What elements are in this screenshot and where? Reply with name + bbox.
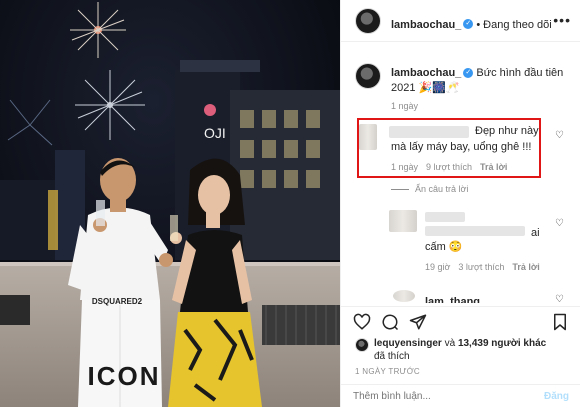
firework-middle <box>75 70 145 140</box>
shorts-brand-text: DSQUARED2 <box>92 297 143 306</box>
post-actions-bar <box>341 306 580 334</box>
partial-avatar[interactable] <box>393 290 415 302</box>
post-photo[interactable]: OJI DSQUARED2 ICON <box>0 0 340 407</box>
comment-composer: Đăng <box>341 384 580 407</box>
reply-reply-button[interactable]: Trả lời <box>512 262 539 272</box>
comment-bubble-icon[interactable] <box>381 313 399 331</box>
liker-avatar[interactable] <box>355 338 369 352</box>
post-timestamp[interactable]: 1 NGÀY TRƯỚC <box>355 367 420 376</box>
caption-time[interactable]: 1 ngày <box>391 101 418 111</box>
reply-text-suffix: ai <box>531 227 540 239</box>
author-avatar[interactable] <box>355 8 381 34</box>
building-sign-text: OJI <box>204 125 226 141</box>
verified-badge-icon: ✓ <box>463 18 474 29</box>
caption-text-block: lambaochau_ ✓ Bức hình đầu tiên 2021 🎉🎆🥂 <box>391 66 566 96</box>
building-light <box>204 104 216 116</box>
author-username[interactable]: lambaochau_ <box>391 19 461 31</box>
separator-dot: • <box>476 19 481 31</box>
reply-avatar-blurred[interactable] <box>389 210 417 232</box>
add-comment-input[interactable] <box>353 391 513 402</box>
hide-replies-line <box>391 189 409 191</box>
shorts-icon-text: ICON <box>88 361 161 391</box>
follow-status-button[interactable]: Đang theo dõi <box>483 19 552 31</box>
caption-avatar[interactable] <box>355 63 381 89</box>
reply-username-blurred[interactable] <box>425 212 465 222</box>
post-side-panel: lambaochau_ ✓ • Đang theo dõi ••• lambaocha… <box>340 0 580 407</box>
firework-top <box>70 2 126 58</box>
partial-username[interactable]: lam_thanq... <box>425 293 489 303</box>
author-line: lambaochau_ ✓ • Đang theo dõi <box>391 15 552 33</box>
partial-like-heart-icon[interactable]: ♡ <box>555 294 564 305</box>
instagram-post-window: OJI DSQUARED2 ICON lambaochau_ ✓ • Đang … <box>0 0 580 407</box>
caption-verified-icon: ✓ <box>463 68 474 79</box>
reply-text-line2: cấm 😳 <box>425 241 463 253</box>
reply-text-blurred <box>425 226 525 236</box>
photo-scene: OJI DSQUARED2 ICON <box>0 0 340 407</box>
reply-like-heart-icon[interactable]: ♡ <box>555 218 564 229</box>
likes-and: và <box>444 338 456 349</box>
caption-username[interactable]: lambaochau_ <box>391 67 461 79</box>
comment-like-heart-icon[interactable]: ♡ <box>555 130 564 141</box>
post-comment-button[interactable]: Đăng <box>544 391 569 402</box>
likes-summary: lequyensinger và 13,439 người khác đã th… <box>374 337 574 363</box>
save-bookmark-icon[interactable] <box>551 313 569 331</box>
more-options-icon[interactable]: ••• <box>553 12 571 28</box>
liker-username[interactable]: lequyensinger <box>374 338 442 349</box>
post-header: lambaochau_ ✓ • Đang theo dõi ••• <box>341 0 580 42</box>
likes-suffix: đã thích <box>374 351 410 362</box>
hide-replies-button[interactable]: Ẩn câu trả lời <box>391 184 476 194</box>
likes-count[interactable]: 13,439 người khác <box>458 338 546 349</box>
reply-meta: 19 giờ 3 lượt thích Trả lời <box>425 262 548 272</box>
hide-replies-label: Ẩn câu trả lời <box>415 184 469 194</box>
comment-highlight-box <box>357 118 541 178</box>
reply-time[interactable]: 19 giờ <box>425 262 450 272</box>
like-heart-icon[interactable] <box>353 313 371 331</box>
reply-likes[interactable]: 3 lượt thích <box>458 262 504 272</box>
share-send-icon[interactable] <box>409 313 427 331</box>
